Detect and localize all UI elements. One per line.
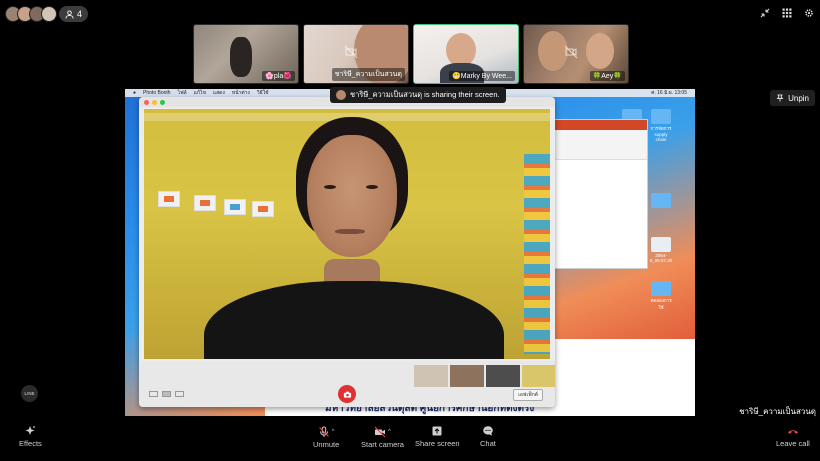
chat-bubble-icon [483,426,493,436]
photo-booth-window: Photo Booth [139,97,555,407]
thumbnail-tile[interactable]: ชาริษี_ความเป็นสวนดุ [303,24,409,84]
menu-item: วิธีใช้ [256,90,269,96]
desktop-folder-icon: การจัดการ supply chain [649,109,673,142]
share-screen-label: Share screen [415,439,460,448]
menu-item: แสดง [212,90,225,96]
camera-icon [343,391,351,398]
desktop-folder-icon: ทดลองการใช้ [649,281,673,311]
camera-off-icon [344,45,358,59]
sharing-banner-text: ชาริษี_ความเป็นสวนดุ is sharing their sc… [350,90,500,99]
powerpoint-window [553,119,648,269]
minimize-dot-icon [152,99,157,105]
leave-call-label: Leave call [776,439,810,448]
grid-layout-icon[interactable] [782,8,792,18]
effects-button[interactable]: เอฟเฟ็กต์ [513,389,543,401]
participant-count[interactable]: 4 [59,6,89,22]
sharing-banner: ชาริษี_ความเป็นสวนดุ is sharing their sc… [330,87,506,103]
share-screen-icon [432,426,442,436]
desktop-folder-icon [649,193,673,209]
thumbnail-tile[interactable]: 🌸pla🌺 [193,24,299,84]
thumbnail-tile[interactable]: 🍀Aey🍀 [523,24,629,84]
participants-stack[interactable]: 4 [5,5,89,23]
chat-label: Chat [480,439,496,448]
camera-off-icon [374,426,386,437]
thumbnail-label: 🍀Aey🍀 [589,71,625,81]
menu-item: ไฟล์ [177,90,187,96]
settings-gear-icon[interactable] [804,8,814,18]
participant-count-text: 4 [77,9,83,19]
video-call-window: 4 🌸pla🌺 ชาริษี_ความเป็นสวนดุ 😬Marky By W… [0,0,820,461]
photo-booth-controls: เอฟเฟ็กต์ [139,361,555,407]
presenter-avatar [336,90,346,100]
hang-up-phone-icon [787,430,798,434]
effects-button[interactable]: Effects [19,425,42,448]
minimize-icon[interactable] [760,8,770,18]
effects-label: Effects [19,439,42,448]
participant-thumbnails: 🌸pla🌺 ชาริษี_ความเป็นสวนดุ 😬Marky By Wee… [193,24,629,84]
photo-strip [414,365,555,387]
thumbnail-label: 🌸pla🌺 [262,71,295,81]
start-camera-button[interactable]: ^ Start camera [361,425,404,449]
chevron-up-icon[interactable]: ^ [388,429,391,435]
layout-mode-buttons[interactable] [149,391,184,397]
unmute-label: Unmute [313,440,340,449]
menu-item: หน้าต่าง [231,90,250,96]
camera-off-icon [564,45,578,59]
people-icon [65,9,74,19]
apple-icon: ● [133,90,137,96]
zoom-dot-icon [160,99,165,105]
desktop-folder-icon: 2564-0_05.57.30 [649,237,673,263]
camera-preview [144,109,550,359]
thumbnail-tile-active[interactable]: 😬Marky By Wee... [413,24,519,84]
close-dot-icon [144,99,149,105]
menu-clock: ศ. 16 มิ.ย. 13:05 [651,90,687,96]
start-camera-label: Start camera [361,440,404,449]
top-right-controls [760,8,814,18]
chevron-up-icon[interactable]: ^ [332,429,335,435]
pin-icon [776,94,784,102]
leave-call-button[interactable]: Leave call [776,425,810,448]
shared-screen: ● Photo Booth ไฟล์ แก้ไข แสดง หน้าต่าง ว… [125,89,695,416]
unpin-label: Unpin [788,93,809,103]
share-screen-button[interactable]: Share screen [415,425,460,448]
menu-item: Photo Booth [143,90,171,96]
unmute-button[interactable]: ^ Unmute [313,425,339,449]
microphone-muted-icon [318,426,329,437]
chat-button[interactable]: Chat [480,425,496,448]
sparkle-icon [25,426,36,435]
camera-shutter-button[interactable] [338,385,356,403]
thumbnail-label: 😬Marky By Wee... [449,71,515,81]
unpin-button[interactable]: Unpin [770,90,815,106]
participant-avatar [41,6,57,22]
thumbnail-label: ชาริษี_ความเป็นสวนดุ [331,68,405,81]
line-logo-icon: LINE [21,385,38,402]
menu-item: แก้ไข [193,90,206,96]
bottom-toolbar: Effects ^ Unmute ^ Start camera Share sc… [0,417,820,461]
